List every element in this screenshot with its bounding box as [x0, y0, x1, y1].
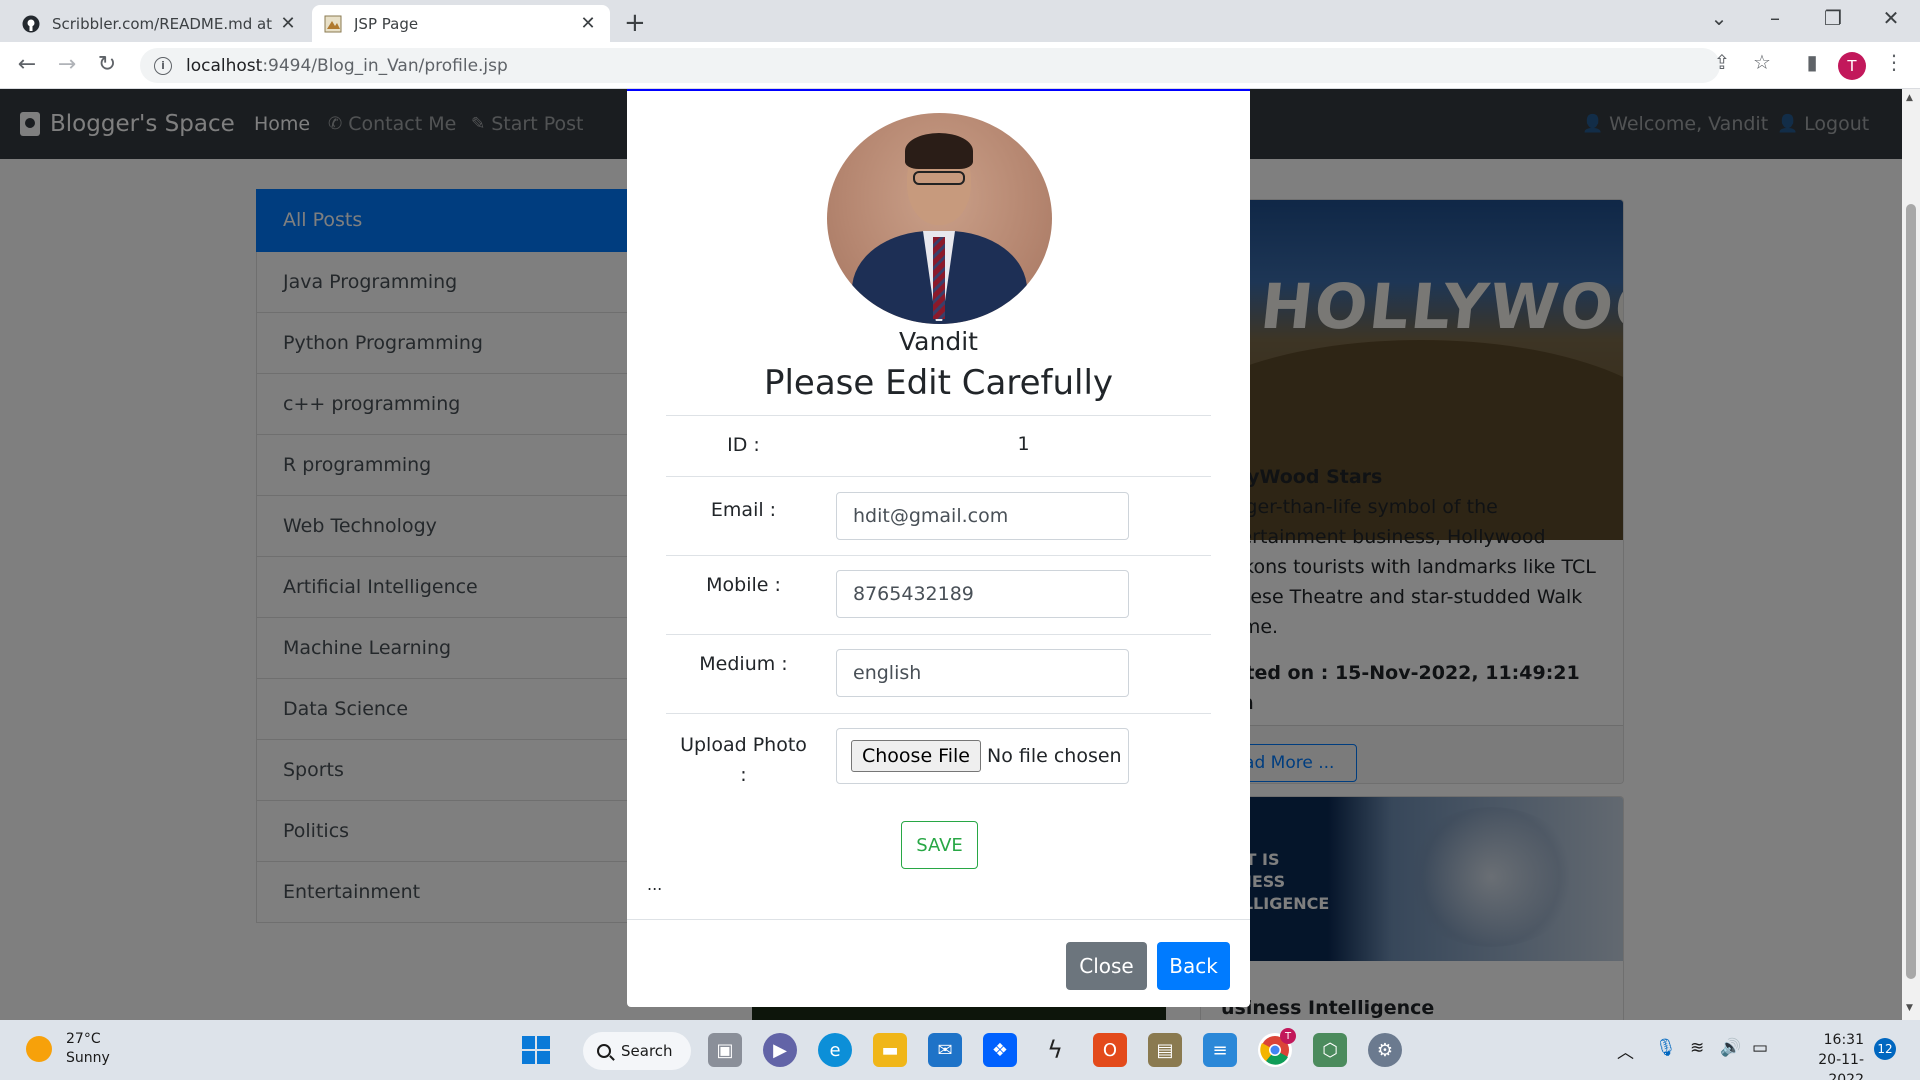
close-tab-icon[interactable]: ✕: [278, 13, 298, 34]
profile-avatar[interactable]: T: [1838, 52, 1866, 80]
search-icon: [597, 1044, 611, 1058]
taskbar-search[interactable]: Search: [583, 1032, 691, 1070]
edge-icon[interactable]: e: [818, 1033, 852, 1067]
scrollbar-thumb[interactable]: [1906, 204, 1916, 979]
medium-label: Medium :: [699, 653, 788, 675]
upload-label-line: :: [740, 764, 747, 786]
forward-arrow-icon[interactable]: →: [52, 50, 82, 80]
modal-ellipsis: ...: [647, 875, 663, 894]
mail-icon[interactable]: ✉: [928, 1033, 962, 1067]
window-close-icon[interactable]: ✕: [1876, 6, 1906, 30]
tab-jsp-page[interactable]: JSP Page ✕: [312, 5, 610, 42]
cube-app-icon[interactable]: ⬡: [1313, 1033, 1347, 1067]
minimize-icon[interactable]: –: [1760, 6, 1790, 30]
file-input[interactable]: Choose File No file chosen: [836, 728, 1129, 784]
weather-condition: Sunny: [66, 1050, 110, 1066]
restore-icon[interactable]: ❐: [1818, 6, 1848, 30]
jsp-page-icon: [324, 15, 342, 33]
modal-heading: Please Edit Carefully: [763, 363, 1114, 403]
profile-photo: [827, 113, 1052, 324]
scroll-up-icon[interactable]: ▲: [1906, 93, 1913, 103]
tab-title: JSP Page: [354, 14, 419, 33]
tab-search-icon[interactable]: ⌄: [1704, 6, 1734, 30]
teams-chat-icon[interactable]: ▶: [763, 1033, 797, 1067]
notification-badge[interactable]: 12: [1874, 1038, 1896, 1060]
weather-widget[interactable]: 27°C Sunny: [26, 1030, 110, 1068]
upload-label-line: Upload Photo: [680, 734, 807, 756]
github-icon: [22, 15, 40, 33]
side-panel-icon[interactable]: ▮: [1797, 50, 1827, 74]
clock-time: 16:31: [1823, 1032, 1864, 1048]
save-button[interactable]: SAVE: [901, 821, 978, 869]
lightning-app-icon[interactable]: ϟ: [1038, 1033, 1072, 1067]
bookmark-star-icon[interactable]: ☆: [1747, 50, 1777, 74]
battery-icon[interactable]: ▭: [1752, 1038, 1768, 1058]
sun-icon: [26, 1036, 52, 1062]
mobile-row: Mobile : 8765432189: [666, 555, 1211, 634]
address-bar-row: ← → ↻ i localhost:9494/Blog_in_Van/profi…: [0, 42, 1920, 89]
id-row: ID : 1: [666, 415, 1211, 476]
id-label: ID :: [727, 434, 760, 456]
file-explorer-icon[interactable]: ▬: [873, 1033, 907, 1067]
id-value: 1: [1017, 433, 1030, 455]
email-label: Email :: [710, 499, 777, 521]
url-path: :9494/Blog_in_Van/profile.jsp: [262, 55, 508, 76]
close-button[interactable]: Close: [1066, 942, 1147, 990]
volume-icon[interactable]: 🔊: [1720, 1038, 1741, 1058]
mobile-field[interactable]: 8765432189: [836, 570, 1129, 618]
windows-start-icon[interactable]: [519, 1033, 553, 1067]
windows-taskbar: 27°C Sunny Search ▣ ▶ e ▬ ✉ ❖ ϟ O ▤ ≡ T …: [0, 1020, 1920, 1080]
share-icon[interactable]: ⇪: [1707, 50, 1737, 74]
profile-name: Vandit: [899, 327, 978, 356]
tie-shape: [933, 237, 945, 319]
url-field[interactable]: i localhost:9494/Blog_in_Van/profile.jsp: [140, 48, 1720, 83]
tab-github-readme[interactable]: Scribbler.com/README.md at main ✕: [10, 5, 310, 42]
email-row: Email : hdit@gmail.com: [666, 476, 1211, 555]
task-view-icon[interactable]: ▣: [708, 1033, 742, 1067]
choose-file-button[interactable]: Choose File: [851, 740, 981, 772]
weather-temperature: 27°C: [66, 1031, 101, 1047]
page-scrollbar[interactable]: ▲ ▼: [1902, 89, 1920, 1020]
site-info-icon[interactable]: i: [154, 56, 172, 75]
page-viewport: Blogger's Space Home ✆ Contact Me ✎ Star…: [0, 89, 1902, 1020]
browser-tab-bar: Scribbler.com/README.md at main ✕ JSP Pa…: [0, 0, 1920, 42]
menu-kebab-icon[interactable]: ⋮: [1879, 50, 1909, 74]
file-status: No file chosen: [986, 745, 1122, 767]
reload-icon[interactable]: ↻: [92, 50, 122, 80]
chrome-profile-badge: T: [1280, 1028, 1296, 1044]
medium-row: Medium : english: [666, 634, 1211, 713]
medium-field[interactable]: english: [836, 649, 1129, 697]
wifi-icon[interactable]: ≋: [1690, 1038, 1704, 1058]
back-arrow-icon[interactable]: ←: [12, 50, 42, 80]
email-field[interactable]: hdit@gmail.com: [836, 492, 1129, 540]
upload-photo-label: Upload Photo :: [666, 730, 821, 790]
edit-profile-modal: Vandit Please Edit Carefully ID : 1 Emai…: [627, 89, 1250, 1007]
mobile-label: Mobile :: [706, 574, 781, 596]
close-tab-icon[interactable]: ✕: [578, 13, 598, 34]
microphone-icon[interactable]: 🎙: [1655, 1038, 1677, 1058]
modal-footer: Close Back: [627, 919, 1250, 1009]
image-app-icon[interactable]: ▤: [1148, 1033, 1182, 1067]
settings-gear-icon[interactable]: ⚙: [1368, 1033, 1402, 1067]
glasses-shape: [913, 171, 965, 185]
notepad-icon[interactable]: ≡: [1203, 1033, 1237, 1067]
tray-chevron-icon[interactable]: ︿: [1617, 1038, 1634, 1063]
office-icon[interactable]: O: [1093, 1033, 1127, 1067]
tab-title: Scribbler.com/README.md at main: [52, 14, 278, 33]
scroll-down-icon[interactable]: ▼: [1906, 1003, 1913, 1013]
clock-date: 20-11-2022: [1818, 1052, 1864, 1080]
upload-photo-row: Upload Photo : Choose File No file chose…: [666, 713, 1211, 793]
profile-edit-table: ID : 1 Email : hdit@gmail.com Mobile : 8…: [666, 415, 1211, 793]
dropbox-icon[interactable]: ❖: [983, 1033, 1017, 1067]
url-host: localhost: [186, 55, 263, 76]
back-button[interactable]: Back: [1157, 942, 1230, 990]
taskbar-clock[interactable]: 16:31 20-11-2022: [1790, 1030, 1864, 1080]
new-tab-icon[interactable]: +: [624, 8, 646, 38]
taskbar-search-label: Search: [621, 1042, 673, 1060]
hair-shape: [905, 133, 973, 169]
